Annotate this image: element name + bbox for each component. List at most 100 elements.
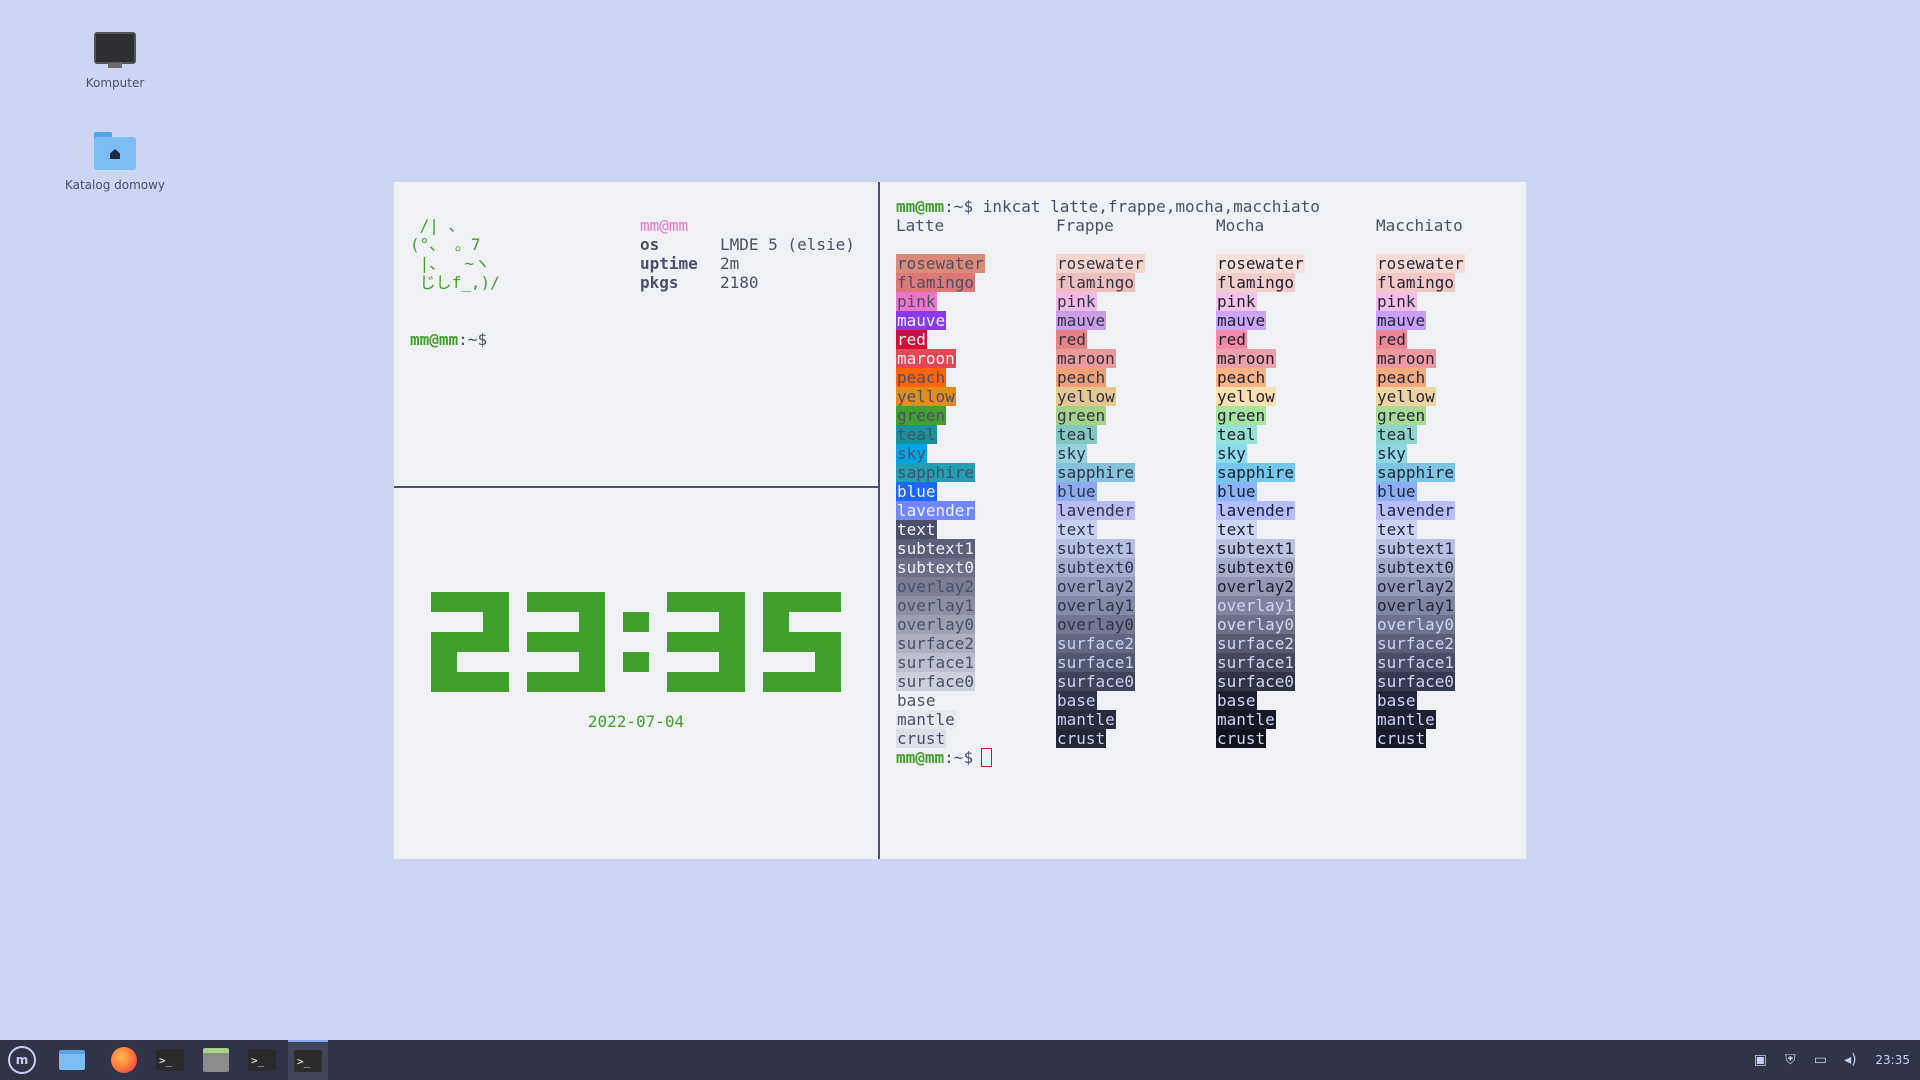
clock-pixel xyxy=(431,672,457,692)
firefox-icon xyxy=(111,1047,137,1073)
color-swatch-maroon: maroon xyxy=(1376,349,1436,368)
color-swatch-red: red xyxy=(896,330,927,349)
color-swatch-sky: sky xyxy=(1216,444,1247,463)
clock-pixel xyxy=(527,672,553,692)
color-swatch-teal: teal xyxy=(896,425,937,444)
menu-button[interactable]: m xyxy=(2,1040,42,1080)
clock-pixel xyxy=(483,592,509,612)
color-swatch-overlay1: overlay1 xyxy=(1216,596,1296,615)
clock-pixel xyxy=(815,632,841,652)
volume-icon[interactable]: ◂) xyxy=(1839,1052,1861,1068)
color-swatch-peach: peach xyxy=(1056,368,1107,387)
clock-pixel xyxy=(431,652,457,672)
color-swatch-overlay2: overlay2 xyxy=(896,577,976,596)
color-swatch-text: text xyxy=(896,520,937,539)
desktop-icon-computer[interactable]: Komputer xyxy=(45,32,185,90)
color-swatch-sky: sky xyxy=(896,444,927,463)
flavor-column-mocha: Mocha rosewater flamingo pink mauve red maroon… xyxy=(1216,216,1305,748)
terminal-icon: >_ xyxy=(156,1049,184,1071)
ascii-art-cat: /| 、 (°、 。7 |、 ~ヽ じしf_,)/ xyxy=(410,216,500,292)
color-swatch-subtext0: subtext0 xyxy=(896,558,976,577)
color-swatch-sapphire: sapphire xyxy=(1216,463,1296,482)
shell-prompt[interactable]: mm@mm:~$ xyxy=(896,748,993,767)
clipboard-icon[interactable]: ▣ xyxy=(1749,1052,1771,1068)
color-swatch-pink: pink xyxy=(1376,292,1417,311)
desktop-icon-home[interactable]: Katalog domowy xyxy=(45,132,185,192)
color-swatch-pink: pink xyxy=(1056,292,1097,311)
shield-icon[interactable]: ⛨ xyxy=(1779,1052,1801,1068)
color-swatch-rosewater: rosewater xyxy=(896,254,985,273)
color-swatch-lavender: lavender xyxy=(1216,501,1296,520)
shell-prompt[interactable]: mm@mm:~$ xyxy=(410,330,487,349)
flavor-header: Frappe xyxy=(1056,216,1114,235)
color-swatch-text: text xyxy=(1376,520,1417,539)
color-swatch-green: green xyxy=(1216,406,1267,425)
color-swatch-rosewater: rosewater xyxy=(1376,254,1465,273)
color-swatch-flamingo: flamingo xyxy=(896,273,976,292)
color-swatch-base: base xyxy=(1376,691,1417,710)
color-swatch-lavender: lavender xyxy=(1056,501,1136,520)
fetch-row: os LMDE 5 (elsie) xyxy=(640,235,855,254)
clock-pixel xyxy=(553,632,579,652)
color-swatch-surface2: surface2 xyxy=(896,634,976,653)
color-swatch-subtext1: subtext1 xyxy=(1376,539,1456,558)
clock-pixel xyxy=(789,592,815,612)
color-swatch-overlay0: overlay0 xyxy=(1056,615,1136,634)
color-swatch-green: green xyxy=(1376,406,1427,425)
color-swatch-blue: blue xyxy=(1376,482,1417,501)
clock-pixel xyxy=(579,632,605,652)
terminal-task-button[interactable]: >_ xyxy=(242,1040,282,1080)
file-manager-icon xyxy=(203,1048,229,1072)
system-tray: ▣ ⛨ ▭ ◂) 23:35 xyxy=(1741,1040,1920,1080)
clock-pixel xyxy=(483,672,509,692)
terminal-window[interactable]: /| 、 (°、 。7 |、 ~ヽ じしf_,)/ mm@mm os LMDE 5… xyxy=(394,182,1526,859)
display-icon[interactable]: ▭ xyxy=(1809,1052,1831,1068)
taskbar: m >_ >_ >_ ▣ ⛨ ▭ ◂) 23:35 xyxy=(0,1040,1920,1080)
color-swatch-crust: crust xyxy=(1056,729,1107,748)
color-swatch-teal: teal xyxy=(1056,425,1097,444)
clock-pixel xyxy=(815,652,841,672)
clock-pixel xyxy=(763,632,789,652)
clock-pixel xyxy=(579,612,605,632)
clock-pixel xyxy=(763,672,789,692)
pane-divider-horizontal[interactable] xyxy=(394,486,878,488)
firefox-launcher[interactable] xyxy=(104,1040,144,1080)
color-swatch-red: red xyxy=(1056,330,1087,349)
color-swatch-mauve: mauve xyxy=(1216,311,1267,330)
clock-pixel xyxy=(719,592,745,612)
clock-pixel xyxy=(431,632,457,652)
clock-pixel xyxy=(623,652,649,672)
taskbar-clock[interactable]: 23:35 xyxy=(1875,1053,1910,1067)
terminal-launcher[interactable]: >_ xyxy=(150,1040,190,1080)
color-swatch-surface0: surface0 xyxy=(896,672,976,691)
clock-pixel xyxy=(431,592,457,612)
color-swatch-overlay1: overlay1 xyxy=(896,596,976,615)
color-swatch-peach: peach xyxy=(1216,368,1267,387)
color-swatch-surface2: surface2 xyxy=(1056,634,1136,653)
clock-pixel xyxy=(527,632,553,652)
color-swatch-sapphire: sapphire xyxy=(896,463,976,482)
home-folder-icon xyxy=(94,132,136,170)
color-swatch-subtext1: subtext1 xyxy=(1056,539,1136,558)
clock-pixel xyxy=(789,632,815,652)
color-swatch-mauve: mauve xyxy=(1056,311,1107,330)
color-swatch-flamingo: flamingo xyxy=(1216,273,1296,292)
pane-divider-vertical[interactable] xyxy=(878,182,880,859)
color-swatch-teal: teal xyxy=(1376,425,1417,444)
clock-pixel xyxy=(483,612,509,632)
clock-pixel xyxy=(483,632,509,652)
color-swatch-crust: crust xyxy=(1216,729,1267,748)
color-swatch-base: base xyxy=(1216,691,1257,710)
clock-pixel xyxy=(623,612,649,632)
flavor-column-latte: Latte rosewater flamingo pink mauve red maroon… xyxy=(896,216,985,748)
clock-pixel xyxy=(553,672,579,692)
flavor-header: Mocha xyxy=(1216,216,1265,235)
color-swatch-overlay0: overlay0 xyxy=(1376,615,1456,634)
active-terminal-task[interactable]: >_ xyxy=(288,1040,328,1080)
clock-pixel xyxy=(789,672,815,692)
color-swatch-mantle: mantle xyxy=(1376,710,1436,729)
file-manager-launcher[interactable] xyxy=(196,1040,236,1080)
color-swatch-overlay1: overlay1 xyxy=(1376,596,1456,615)
color-swatch-flamingo: flamingo xyxy=(1056,273,1136,292)
show-desktop-button[interactable] xyxy=(52,1040,92,1080)
